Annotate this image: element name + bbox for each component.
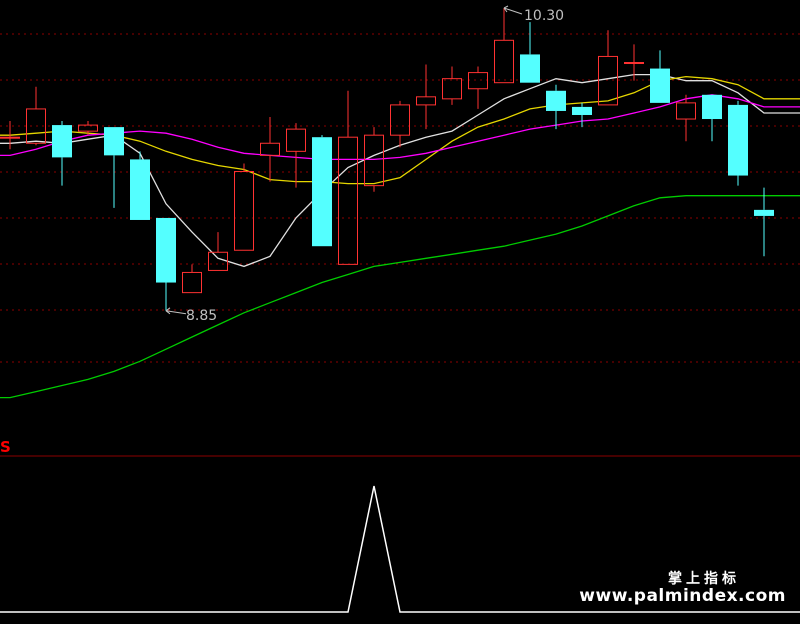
candle-26	[650, 50, 670, 103]
candle-body	[260, 142, 280, 156]
candle-body	[78, 124, 98, 132]
candle-body	[234, 171, 254, 251]
candles	[0, 8, 774, 311]
candle-body	[182, 271, 202, 294]
candle-body	[728, 104, 748, 176]
candle-10	[234, 163, 254, 251]
candle-8	[182, 264, 202, 294]
candle-body	[312, 137, 332, 247]
candle-7	[156, 217, 176, 311]
watermark-chinese: 掌上指标	[668, 571, 740, 587]
candle-body	[546, 90, 566, 111]
watermark-url: www.palmindex.com	[579, 586, 786, 606]
candle-body	[208, 251, 228, 271]
candle-body	[390, 104, 410, 136]
candle-body	[494, 39, 514, 84]
candle-3	[52, 121, 72, 186]
candle-body	[468, 72, 488, 90]
candle-21	[520, 22, 540, 83]
candle-body	[130, 159, 150, 220]
candle-body	[338, 136, 358, 265]
candle-6	[130, 151, 150, 220]
low-price-arrow	[165, 307, 187, 315]
candle-29	[728, 100, 748, 186]
candle-22	[546, 84, 566, 130]
low-price-label: 8.85	[186, 308, 217, 324]
indicator-marker: S	[0, 438, 11, 456]
candle-20	[494, 8, 514, 84]
candle-24	[598, 30, 618, 106]
candle-28	[702, 94, 722, 142]
candle-body	[754, 209, 774, 216]
candle-17	[416, 64, 436, 130]
moving-average-lines	[0, 73, 800, 399]
chart-area: 10.30 8.85 S 掌上指标 www.palmindex.com	[0, 0, 800, 620]
candle-body	[104, 127, 124, 156]
candle-27	[676, 94, 696, 142]
candle-14	[338, 90, 358, 265]
candle-2	[26, 86, 46, 146]
candle-13	[312, 135, 332, 247]
candle-5	[104, 127, 124, 208]
candle-body	[364, 134, 384, 187]
candlestick-chart: 10.30 8.85 S	[0, 5, 800, 613]
candle-16	[390, 100, 410, 148]
candle-body	[572, 106, 592, 115]
candle-body	[650, 68, 670, 103]
price-annotations: 10.30 8.85	[165, 5, 564, 324]
candle-12	[286, 123, 306, 188]
candle-body	[0, 136, 20, 139]
high-price-label: 10.30	[524, 8, 564, 24]
grid-lines	[0, 33, 800, 363]
candle-body	[416, 96, 436, 106]
candle-19	[468, 66, 488, 109]
candle-body	[676, 102, 696, 120]
candle-body	[52, 125, 72, 158]
candle-body	[702, 94, 722, 120]
candle-body	[286, 128, 306, 152]
candle-body	[598, 55, 618, 106]
candle-body	[520, 54, 540, 83]
candle-30	[754, 187, 774, 257]
candle-23	[572, 102, 592, 128]
candle-body	[624, 62, 644, 65]
moving-average-line-4	[0, 195, 800, 399]
candle-body	[442, 78, 462, 100]
high-price-arrow	[503, 5, 523, 15]
candle-body	[156, 217, 176, 283]
candle-18	[442, 66, 462, 105]
